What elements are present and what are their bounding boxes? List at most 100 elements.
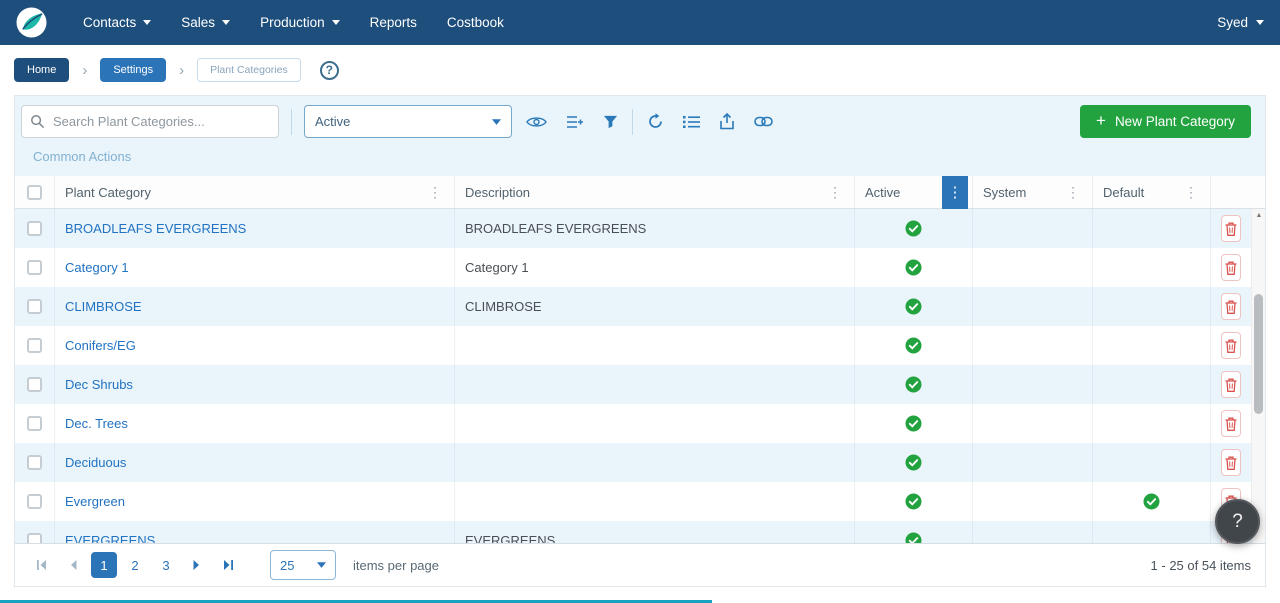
active-check-icon (905, 337, 922, 354)
column-menu-button[interactable]: ⋮ (1182, 185, 1200, 199)
page-button-2[interactable]: 2 (122, 552, 148, 578)
table-row: Conifers/EG (15, 326, 1265, 365)
list-view-button[interactable] (681, 113, 702, 131)
column-menu-button[interactable]: ⋮ (826, 185, 844, 199)
row-checkbox[interactable] (27, 221, 42, 236)
next-page-button[interactable] (184, 552, 210, 578)
user-menu[interactable]: Syed (1217, 15, 1264, 30)
user-name: Syed (1217, 15, 1248, 30)
delete-button[interactable] (1221, 449, 1241, 476)
breadcrumb-separator: › (82, 63, 87, 78)
visibility-button[interactable] (524, 113, 549, 131)
row-checkbox[interactable] (27, 494, 42, 509)
row-checkbox[interactable] (27, 260, 42, 275)
plant-category-link[interactable]: Category 1 (65, 260, 129, 275)
trash-icon (1225, 378, 1237, 392)
row-checkbox[interactable] (27, 299, 42, 314)
delete-button[interactable] (1221, 293, 1241, 320)
app-logo[interactable] (16, 7, 47, 38)
column-settings-icon (566, 114, 584, 130)
trash-icon (1225, 300, 1237, 314)
row-checkbox[interactable] (27, 338, 42, 353)
first-page-icon (36, 559, 48, 571)
scrollbar-thumb[interactable] (1254, 294, 1263, 414)
view-icon-group (524, 112, 620, 132)
breadcrumb-settings[interactable]: Settings (100, 58, 166, 82)
nav-item-sales[interactable]: Sales (181, 15, 230, 30)
search-wrap (21, 105, 279, 138)
active-check-icon (905, 532, 922, 543)
page-size-value: 25 (280, 558, 294, 573)
column-menu-button[interactable]: ⋮ (426, 185, 444, 199)
pagination-range: 1 - 25 of 54 items (1151, 558, 1251, 573)
nav-item-costbook[interactable]: Costbook (447, 15, 504, 30)
column-header-system: System (983, 185, 1026, 200)
refresh-button[interactable] (645, 111, 666, 132)
help-fab-button[interactable]: ? (1215, 499, 1260, 544)
nav-item-label: Contacts (83, 15, 136, 30)
nav-item-label: Reports (370, 15, 417, 30)
plant-category-link[interactable]: Deciduous (65, 455, 126, 470)
plant-category-link[interactable]: Dec. Trees (65, 416, 128, 431)
grid-card: Active (14, 95, 1266, 587)
status-filter-dropdown[interactable]: Active (304, 105, 512, 138)
export-button[interactable] (717, 111, 737, 132)
select-all-checkbox[interactable] (27, 185, 42, 200)
table-row: Evergreen (15, 482, 1265, 521)
plant-category-link[interactable]: Conifers/EG (65, 338, 136, 353)
plant-category-link[interactable]: BROADLEAFS EVERGREENS (65, 221, 246, 236)
table-row: BROADLEAFS EVERGREENS BROADLEAFS EVERGRE… (15, 209, 1265, 248)
new-plant-category-button[interactable]: + New Plant Category (1080, 105, 1251, 138)
breadcrumb-home[interactable]: Home (14, 58, 69, 82)
row-checkbox[interactable] (27, 533, 42, 543)
plant-category-link[interactable]: Dec Shrubs (65, 377, 133, 392)
delete-button[interactable] (1221, 254, 1241, 281)
table-row: Dec. Trees (15, 404, 1265, 443)
main-nav: Contacts Sales Production Reports Costbo… (83, 15, 504, 30)
column-header-description: Description (465, 185, 530, 200)
nav-item-reports[interactable]: Reports (370, 15, 417, 30)
row-checkbox[interactable] (27, 377, 42, 392)
page-size-dropdown[interactable]: 25 (270, 550, 336, 580)
trash-icon (1225, 456, 1237, 470)
column-header-default: Default (1103, 185, 1144, 200)
filter-button[interactable] (601, 112, 620, 131)
refresh-icon (647, 113, 664, 130)
plant-category-link[interactable]: CLIMBROSE (65, 299, 142, 314)
first-page-button[interactable] (29, 552, 55, 578)
column-header-active: Active (865, 185, 900, 200)
vertical-scrollbar[interactable]: ▲ (1251, 209, 1265, 543)
search-icon (30, 114, 45, 129)
last-page-button[interactable] (215, 552, 241, 578)
delete-button[interactable] (1221, 371, 1241, 398)
common-actions-menu[interactable]: Common Actions (15, 147, 1265, 176)
pagination-bar: 1 2 3 25 items per page 1 - 25 of 54 ite… (15, 543, 1265, 586)
search-input[interactable] (21, 105, 279, 138)
chevron-down-icon (332, 20, 340, 25)
description-text: BROADLEAFS EVERGREENS (465, 221, 646, 236)
column-settings-button[interactable] (564, 112, 586, 132)
row-checkbox[interactable] (27, 416, 42, 431)
page-button-3[interactable]: 3 (153, 552, 179, 578)
nav-item-label: Costbook (447, 15, 504, 30)
row-checkbox[interactable] (27, 455, 42, 470)
active-check-icon (905, 259, 922, 276)
top-navbar: Contacts Sales Production Reports Costbo… (0, 0, 1280, 45)
plant-category-link[interactable]: EVERGREENS (65, 533, 155, 543)
active-check-icon (905, 493, 922, 510)
column-menu-button-active[interactable]: ⋮ (942, 176, 968, 209)
active-check-icon (905, 220, 922, 237)
previous-page-button[interactable] (60, 552, 86, 578)
column-menu-button[interactable]: ⋮ (1064, 185, 1082, 199)
delete-button[interactable] (1221, 215, 1241, 242)
nav-item-production[interactable]: Production (260, 15, 340, 30)
scroll-up-icon[interactable]: ▲ (1252, 212, 1265, 219)
breadcrumb-separator: › (179, 63, 184, 78)
link-button[interactable] (752, 114, 775, 129)
delete-button[interactable] (1221, 410, 1241, 437)
plant-category-link[interactable]: Evergreen (65, 494, 125, 509)
delete-button[interactable] (1221, 332, 1241, 359)
nav-item-contacts[interactable]: Contacts (83, 15, 151, 30)
help-icon[interactable]: ? (320, 61, 339, 80)
page-button-1[interactable]: 1 (91, 552, 117, 578)
